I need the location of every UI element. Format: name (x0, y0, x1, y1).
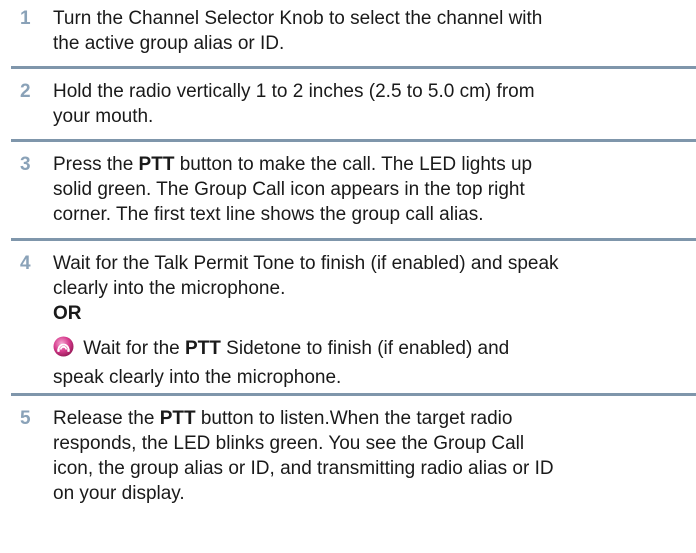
step-text: Press the PTT button to make the call. T… (53, 152, 693, 227)
ptt-label: PTT (159, 408, 196, 429)
step-number: 1 (20, 8, 31, 29)
text-span: Press the (53, 154, 139, 175)
alternate-paragraph: Wait for the PTT Sidetone to finish (if … (53, 336, 693, 391)
text-span: Release the (53, 408, 160, 429)
step-line: icon, the group alias or ID, and transmi… (53, 458, 554, 479)
step-text: Turn the Channel Selector Knob to select… (53, 6, 693, 56)
step-line: Wait for the Talk Permit Tone to finish … (53, 253, 559, 274)
step-number: 4 (20, 253, 31, 274)
ptt-label: PTT (185, 338, 221, 359)
step-number: 2 (20, 81, 31, 102)
or-label: OR (53, 303, 82, 324)
step-line: the active group alias or ID. (53, 33, 285, 54)
step-text: Hold the radio vertically 1 to 2 inches … (53, 79, 693, 129)
step-line: Release the PTT button to listen.When th… (53, 406, 693, 431)
step-text: Release the PTT button to listen.When th… (53, 406, 693, 506)
step-line: your mouth. (53, 106, 154, 127)
step-line: clearly into the microphone. (53, 278, 286, 299)
procedure-steps: 1 Turn the Channel Selector Knob to sele… (0, 0, 696, 553)
text-span: Sidetone to finish (if enabled) and (220, 338, 510, 359)
step-line: Hold the radio vertically 1 to 2 inches … (53, 81, 535, 102)
step-line: solid green. The Group Call icon appears… (53, 179, 525, 200)
sidetone-icon (53, 336, 74, 365)
step-line: Press the PTT button to make the call. T… (53, 152, 693, 177)
step-line: responds, the LED blinks green. You see … (53, 433, 525, 454)
ptt-label: PTT (138, 154, 175, 175)
step-line: Turn the Channel Selector Knob to select… (53, 8, 543, 29)
step-line: on your display. (53, 483, 185, 504)
step-line: speak clearly into the microphone. (53, 367, 342, 388)
divider (11, 66, 696, 69)
text-span: button to listen.When the target radio (195, 408, 513, 429)
divider (11, 238, 696, 241)
divider (11, 393, 696, 396)
step-line: Wait for the PTT Sidetone to finish (if … (53, 336, 693, 365)
step-line: corner. The first text line shows the gr… (53, 204, 484, 225)
text-span: button to make the call. The LED lights … (174, 154, 533, 175)
text-span: Wait for the (83, 338, 185, 359)
step-number: 3 (20, 154, 31, 175)
step-text: Wait for the Talk Permit Tone to finish … (53, 251, 693, 336)
divider (11, 139, 696, 142)
step-number: 5 (20, 408, 31, 429)
